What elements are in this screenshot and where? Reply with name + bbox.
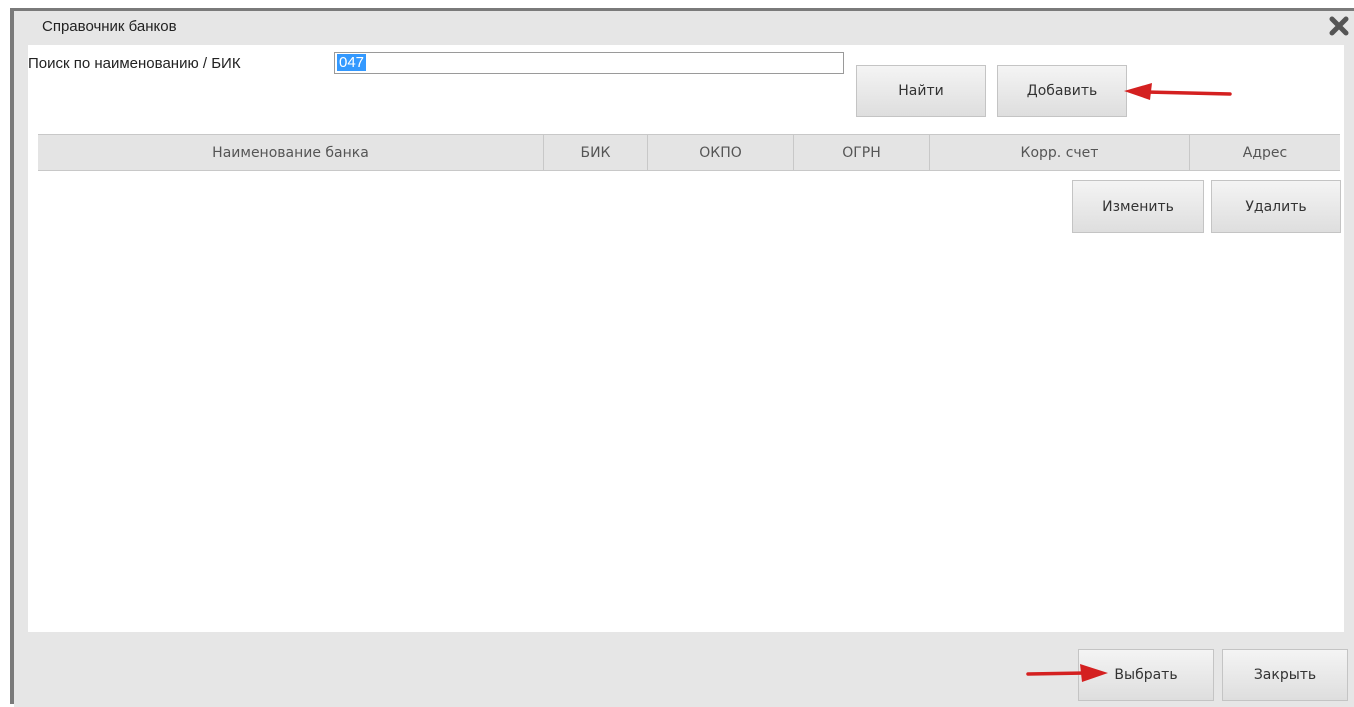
column-header-ogrn[interactable]: ОГРН — [794, 135, 930, 170]
close-x-icon[interactable] — [1328, 15, 1350, 37]
close-button[interactable]: Закрыть — [1222, 649, 1348, 701]
find-button[interactable]: Найти — [856, 65, 986, 117]
search-input[interactable]: 047 — [334, 52, 844, 74]
column-header-bik[interactable]: БИК — [544, 135, 648, 170]
annotation-arrow-icon — [1124, 83, 1232, 100]
column-header-address[interactable]: Адрес — [1190, 135, 1340, 170]
annotation-arrow-icon — [1026, 664, 1108, 682]
table-header: Наименование банка БИК ОКПО ОГРН Корр. с… — [38, 134, 1340, 171]
screenshot-frame: Справочник банков Поиск по наименованию … — [0, 0, 1354, 707]
search-input-value: 047 — [337, 54, 367, 71]
dialog-title: Справочник банков — [42, 18, 177, 35]
search-label: Поиск по наименованию / БИК — [28, 55, 241, 72]
delete-button[interactable]: Удалить — [1211, 180, 1341, 233]
dialog-titlebar: Справочник банков — [14, 11, 1354, 45]
column-header-okpo[interactable]: ОКПО — [648, 135, 794, 170]
add-button[interactable]: Добавить — [997, 65, 1127, 117]
banks-directory-dialog: Справочник банков Поиск по наименованию … — [10, 8, 1354, 707]
edit-button[interactable]: Изменить — [1072, 180, 1204, 233]
column-header-bank-name[interactable]: Наименование банка — [38, 135, 544, 170]
column-header-corr-account[interactable]: Корр. счет — [930, 135, 1190, 170]
